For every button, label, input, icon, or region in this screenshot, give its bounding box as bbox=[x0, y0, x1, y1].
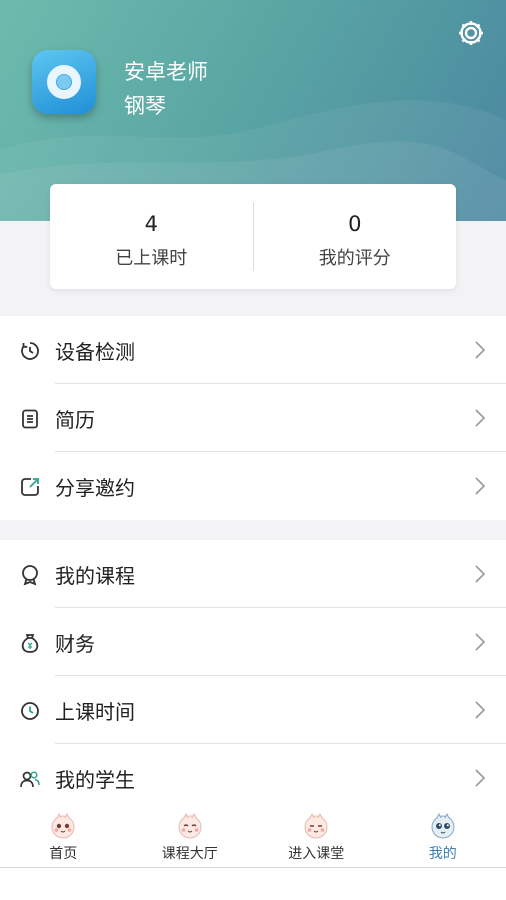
home-face-icon bbox=[51, 812, 75, 839]
menu-group-2: 我的课程 财务 上课时间 我的学生 bbox=[0, 540, 506, 812]
stat-value: 0 bbox=[348, 212, 362, 236]
students-icon bbox=[20, 771, 40, 788]
stat-label: 我的评分 bbox=[318, 248, 391, 269]
menu-item-my-courses[interactable]: 我的课程 bbox=[0, 540, 506, 608]
chevron-right-icon bbox=[475, 701, 486, 719]
tab-label: 我的 bbox=[428, 846, 457, 862]
chevron-right-icon bbox=[475, 565, 486, 583]
menu-item-class-time[interactable]: 上课时间 bbox=[0, 676, 506, 744]
avatar-logo-icon bbox=[47, 65, 81, 99]
chevron-right-icon bbox=[475, 409, 486, 427]
chevron-right-icon bbox=[475, 769, 486, 787]
tab-enter-classroom[interactable]: 进入课堂 bbox=[253, 806, 380, 867]
timer-icon bbox=[21, 342, 39, 360]
tab-label: 首页 bbox=[49, 846, 78, 862]
enter-class-face-icon bbox=[304, 812, 328, 839]
mine-face-icon bbox=[431, 812, 455, 839]
menu-item-device-check[interactable]: 设备检测 bbox=[0, 316, 506, 384]
clock-icon bbox=[21, 702, 39, 720]
bottom-tab-bar: 首页 课程大厅 进入课堂 我的 bbox=[0, 806, 506, 868]
menu-item-label: 简历 bbox=[55, 407, 95, 432]
badge-icon bbox=[22, 565, 38, 586]
tab-label: 课程大厅 bbox=[161, 846, 218, 862]
stat-value: 4 bbox=[144, 212, 158, 236]
menu-item-share-invite[interactable]: 分享邀约 bbox=[0, 452, 506, 520]
share-icon bbox=[21, 478, 39, 496]
stat-label: 已上课时 bbox=[115, 248, 188, 269]
tab-course-hall[interactable]: 课程大厅 bbox=[127, 806, 254, 867]
menu-item-label: 上课时间 bbox=[55, 699, 135, 724]
menu-item-my-students[interactable]: 我的学生 bbox=[0, 744, 506, 812]
menu-item-finance[interactable]: 财务 bbox=[0, 608, 506, 676]
teacher-name: 安卓老师 bbox=[124, 60, 208, 84]
menu-item-label: 我的学生 bbox=[55, 767, 135, 792]
stat-lessons-taken[interactable]: 4 已上课时 bbox=[50, 184, 253, 289]
money-bag-icon bbox=[21, 634, 39, 653]
settings-gear-icon[interactable] bbox=[456, 18, 486, 48]
menu-item-label: 设备检测 bbox=[55, 339, 135, 364]
chevron-right-icon bbox=[475, 477, 486, 495]
menu-item-resume[interactable]: 简历 bbox=[0, 384, 506, 452]
chevron-right-icon bbox=[475, 341, 486, 359]
stats-card: 4 已上课时 0 我的评分 bbox=[50, 184, 456, 289]
teacher-subject: 钢琴 bbox=[124, 94, 166, 118]
menu-item-label: 我的课程 bbox=[55, 563, 135, 588]
document-icon bbox=[22, 409, 38, 429]
menu-item-label: 分享邀约 bbox=[55, 475, 135, 500]
tab-label: 进入课堂 bbox=[288, 846, 345, 862]
menu-item-label: 财务 bbox=[55, 631, 95, 656]
menu-group-1: 设备检测 简历 分享邀约 bbox=[0, 316, 506, 520]
bottom-safe-area bbox=[0, 868, 506, 900]
chevron-right-icon bbox=[475, 633, 486, 651]
tab-mine[interactable]: 我的 bbox=[380, 806, 506, 867]
course-hall-face-icon bbox=[178, 812, 202, 839]
stat-my-rating[interactable]: 0 我的评分 bbox=[254, 184, 457, 289]
avatar[interactable] bbox=[32, 50, 96, 114]
tab-home[interactable]: 首页 bbox=[0, 806, 127, 867]
